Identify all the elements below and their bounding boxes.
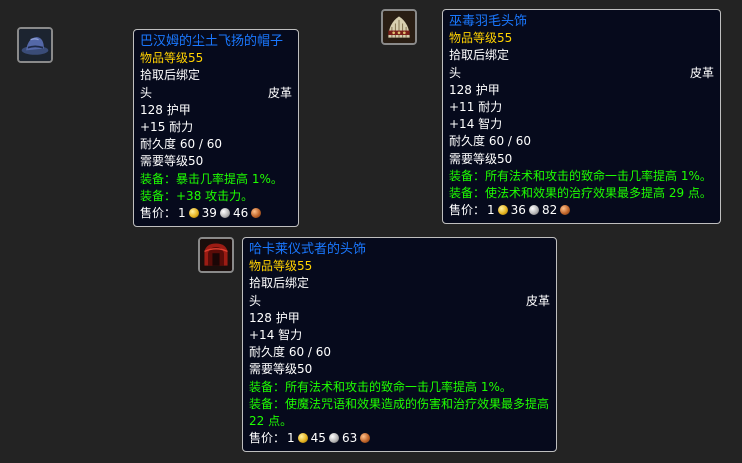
stat-line: +11 耐力 xyxy=(449,100,503,115)
stat-line: +14 智力 xyxy=(249,328,303,343)
slot-row: 头 皮革 xyxy=(449,65,714,82)
gold-coin-icon xyxy=(188,208,199,219)
gold-amount: 1 xyxy=(178,206,186,221)
durability: 耐久度 60 / 60 xyxy=(249,345,332,360)
required-level: 需要等级50 xyxy=(249,362,313,377)
silver-amount: 39 xyxy=(201,206,217,221)
copper-amount: 46 xyxy=(232,206,249,221)
sell-label: 售价： xyxy=(449,203,486,218)
equip-effect: 装备：使魔法咒语和效果造成的伤害和治疗效果最多提高22 点。 xyxy=(249,396,550,429)
sell-label: 售价： xyxy=(140,206,177,221)
armor-value: 128 护甲 xyxy=(449,82,500,97)
copper-coin-icon xyxy=(251,208,262,219)
durability: 耐久度 60 / 60 xyxy=(449,134,532,149)
stat-line: +15 耐力 xyxy=(140,120,194,135)
sell-price: 售价： 1 36 82 xyxy=(449,202,714,219)
blue-hat-icon[interactable] xyxy=(17,27,53,63)
copper-amount: 82 xyxy=(541,203,558,218)
armor-value: 128 护甲 xyxy=(249,310,300,325)
armor-type: 皮革 xyxy=(267,85,292,100)
slot: 头 xyxy=(140,85,153,100)
slot: 头 xyxy=(249,293,262,308)
gold-amount: 1 xyxy=(287,431,295,446)
equip-effect: 装备：所有法术和攻击的致命一击几率提高 1%。 xyxy=(449,168,712,183)
copper-coin-icon xyxy=(360,433,371,444)
bind-type: 拾取后绑定 xyxy=(249,276,310,291)
item-name: 哈卡莱仪式者的头饰 xyxy=(249,242,367,257)
sell-price: 售价： 1 45 63 xyxy=(249,430,550,447)
slot: 头 xyxy=(449,65,462,80)
stat-line: +14 智力 xyxy=(449,117,503,132)
required-level: 需要等级50 xyxy=(449,151,513,166)
item-level: 物品等级55 xyxy=(140,51,204,66)
required-level: 需要等级50 xyxy=(140,154,204,169)
item-name: 巫毒羽毛头饰 xyxy=(449,14,528,29)
gold-amount: 1 xyxy=(487,203,495,218)
silver-amount: 36 xyxy=(510,203,526,218)
feathered-headdress-icon[interactable] xyxy=(381,9,417,45)
armor-value: 128 护甲 xyxy=(140,102,191,117)
bind-type: 拾取后绑定 xyxy=(140,68,201,83)
equip-effect: 装备：暴击几率提高 1%。 xyxy=(140,171,283,186)
gold-coin-icon xyxy=(297,433,308,444)
armor-type: 皮革 xyxy=(689,65,714,80)
copper-coin-icon xyxy=(560,205,571,216)
item-level: 物品等级55 xyxy=(449,31,513,46)
bind-type: 拾取后绑定 xyxy=(449,48,510,63)
silver-coin-icon xyxy=(528,205,539,216)
silver-amount: 45 xyxy=(310,431,326,446)
item-tooltip: 巫毒羽毛头饰 物品等级55 拾取后绑定 头 皮革 128 护甲 +11 耐力 +… xyxy=(442,9,721,225)
copper-amount: 63 xyxy=(341,431,358,446)
gold-coin-icon xyxy=(497,205,508,216)
equip-effect: 装备：+38 攻击力。 xyxy=(140,188,254,203)
red-helm-icon[interactable] xyxy=(198,237,234,273)
equip-effect: 装备：所有法术和攻击的致命一击几率提高 1%。 xyxy=(249,379,512,394)
slot-row: 头 皮革 xyxy=(249,293,550,310)
silver-coin-icon xyxy=(328,433,339,444)
item-tooltip: 哈卡莱仪式者的头饰 物品等级55 拾取后绑定 头 皮革 128 护甲 +14 智… xyxy=(242,237,557,453)
equip-effect: 装备：使法术和效果的治疗效果最多提高 29 点。 xyxy=(449,186,712,201)
silver-coin-icon xyxy=(219,208,230,219)
item-name: 巴汉姆的尘土飞扬的帽子 xyxy=(140,34,284,49)
armor-type: 皮革 xyxy=(525,293,550,308)
slot-row: 头 皮革 xyxy=(140,85,292,102)
item-level: 物品等级55 xyxy=(249,259,313,274)
sell-price: 售价： 1 39 46 xyxy=(140,205,292,222)
item-tooltip: 巴汉姆的尘土飞扬的帽子 物品等级55 拾取后绑定 头 皮革 128 护甲 +15… xyxy=(133,29,299,228)
durability: 耐久度 60 / 60 xyxy=(140,137,223,152)
sell-label: 售价： xyxy=(249,431,286,446)
